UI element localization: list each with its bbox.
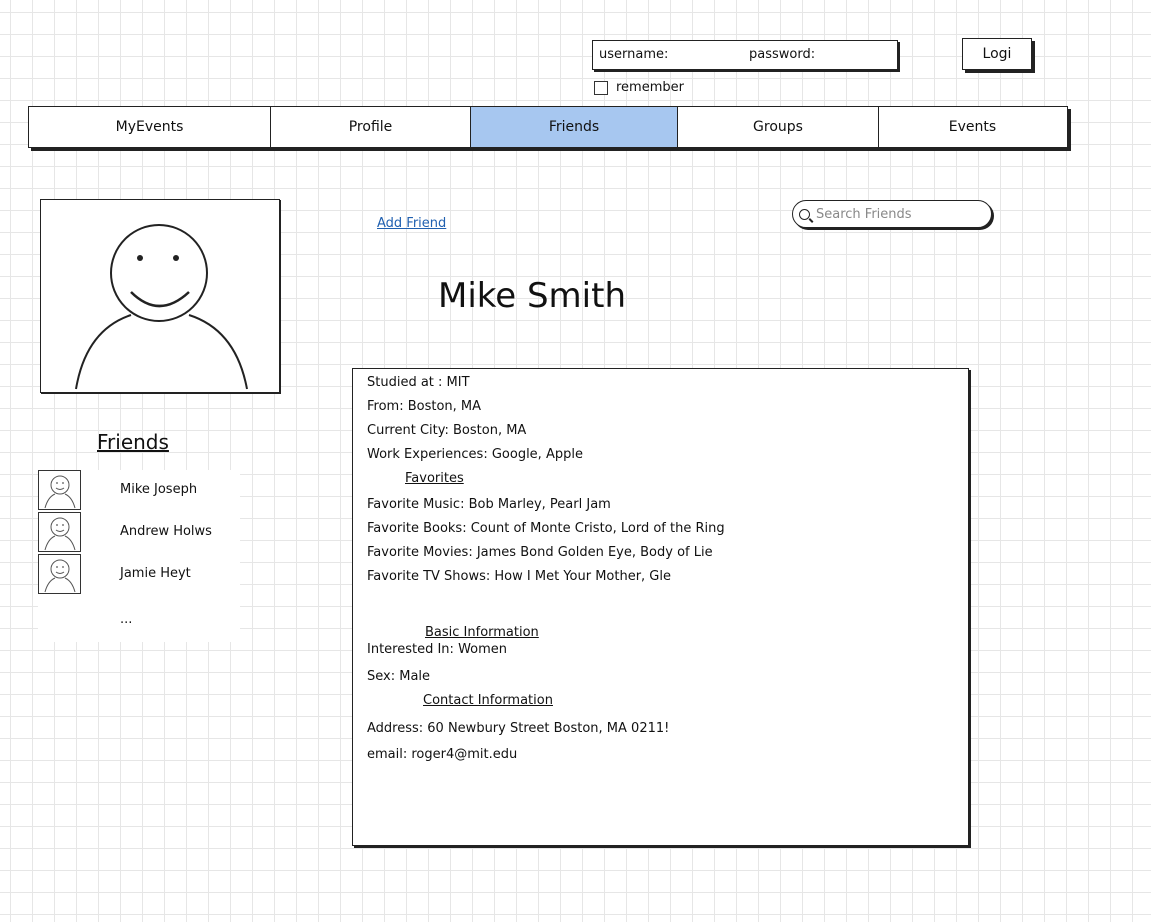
profile-name: Mike Smith bbox=[437, 276, 626, 316]
person-icon bbox=[44, 475, 76, 509]
login-fields[interactable]: username: password: bbox=[592, 40, 898, 70]
info-sex: Sex: Male bbox=[367, 669, 431, 684]
tab-profile[interactable]: Profile bbox=[271, 107, 471, 147]
search-placeholder: Search Friends bbox=[816, 206, 912, 222]
tab-friends[interactable]: Friends bbox=[471, 107, 678, 147]
friends-heading: Friends bbox=[97, 430, 169, 454]
login-button[interactable]: Logi bbox=[962, 38, 1032, 70]
info-movies: Favorite Movies: James Bond Golden Eye, … bbox=[367, 545, 713, 560]
friend-name[interactable]: Jamie Heyt bbox=[120, 566, 191, 581]
add-friend-link[interactable]: Add Friend bbox=[377, 216, 446, 231]
username-label: username: bbox=[599, 47, 669, 62]
info-current-city: Current City: Boston, MA bbox=[367, 423, 527, 438]
friends-list: Mike Joseph Andrew Holws Jamie Heyt ... bbox=[38, 470, 240, 642]
friend-avatar bbox=[38, 512, 81, 552]
remember-label: remember bbox=[616, 80, 684, 95]
friend-name[interactable]: Andrew Holws bbox=[120, 524, 212, 539]
info-interested: Interested In: Women bbox=[367, 642, 508, 657]
info-address: Address: 60 Newbury Street Boston, MA 02… bbox=[367, 721, 670, 736]
info-work: Work Experiences: Google, Apple bbox=[367, 447, 583, 462]
list-item[interactable]: Mike Joseph bbox=[38, 470, 240, 512]
info-tv: Favorite TV Shows: How I Met Your Mother… bbox=[367, 569, 671, 584]
profile-info-panel: Studied at : MIT From: Boston, MA Curren… bbox=[352, 368, 969, 846]
profile-avatar bbox=[40, 199, 280, 393]
list-item[interactable]: Andrew Holws bbox=[38, 512, 240, 554]
more-friends-link[interactable]: ... bbox=[120, 612, 132, 627]
tab-myevents[interactable]: MyEvents bbox=[29, 107, 271, 147]
person-icon bbox=[75, 224, 248, 390]
info-studied: Studied at : MIT bbox=[367, 375, 470, 390]
basic-info-heading: Basic Information bbox=[425, 625, 539, 640]
info-music: Favorite Music: Bob Marley, Pearl Jam bbox=[367, 497, 611, 512]
favorites-heading: Favorites bbox=[405, 471, 464, 486]
search-icon bbox=[799, 208, 810, 220]
main-nav: MyEvents Profile Friends Groups Events bbox=[28, 106, 1068, 148]
person-icon bbox=[44, 517, 76, 551]
remember-checkbox[interactable] bbox=[594, 80, 608, 95]
info-from: From: Boston, MA bbox=[367, 399, 482, 414]
person-icon bbox=[44, 559, 76, 593]
search-friends-input[interactable]: Search Friends bbox=[792, 200, 992, 228]
tab-events[interactable]: Events bbox=[879, 107, 1066, 147]
friend-avatar bbox=[38, 554, 81, 594]
contact-info-heading: Contact Information bbox=[423, 693, 553, 708]
info-email: email: roger4@mit.edu bbox=[367, 747, 518, 762]
password-label: password: bbox=[749, 47, 816, 62]
info-books: Favorite Books: Count of Monte Cristo, L… bbox=[367, 521, 725, 536]
friend-name[interactable]: Mike Joseph bbox=[120, 482, 197, 497]
tab-groups[interactable]: Groups bbox=[678, 107, 879, 147]
list-item[interactable]: Jamie Heyt bbox=[38, 554, 240, 596]
friend-avatar bbox=[38, 470, 81, 510]
remember-option[interactable]: remember bbox=[594, 80, 684, 95]
